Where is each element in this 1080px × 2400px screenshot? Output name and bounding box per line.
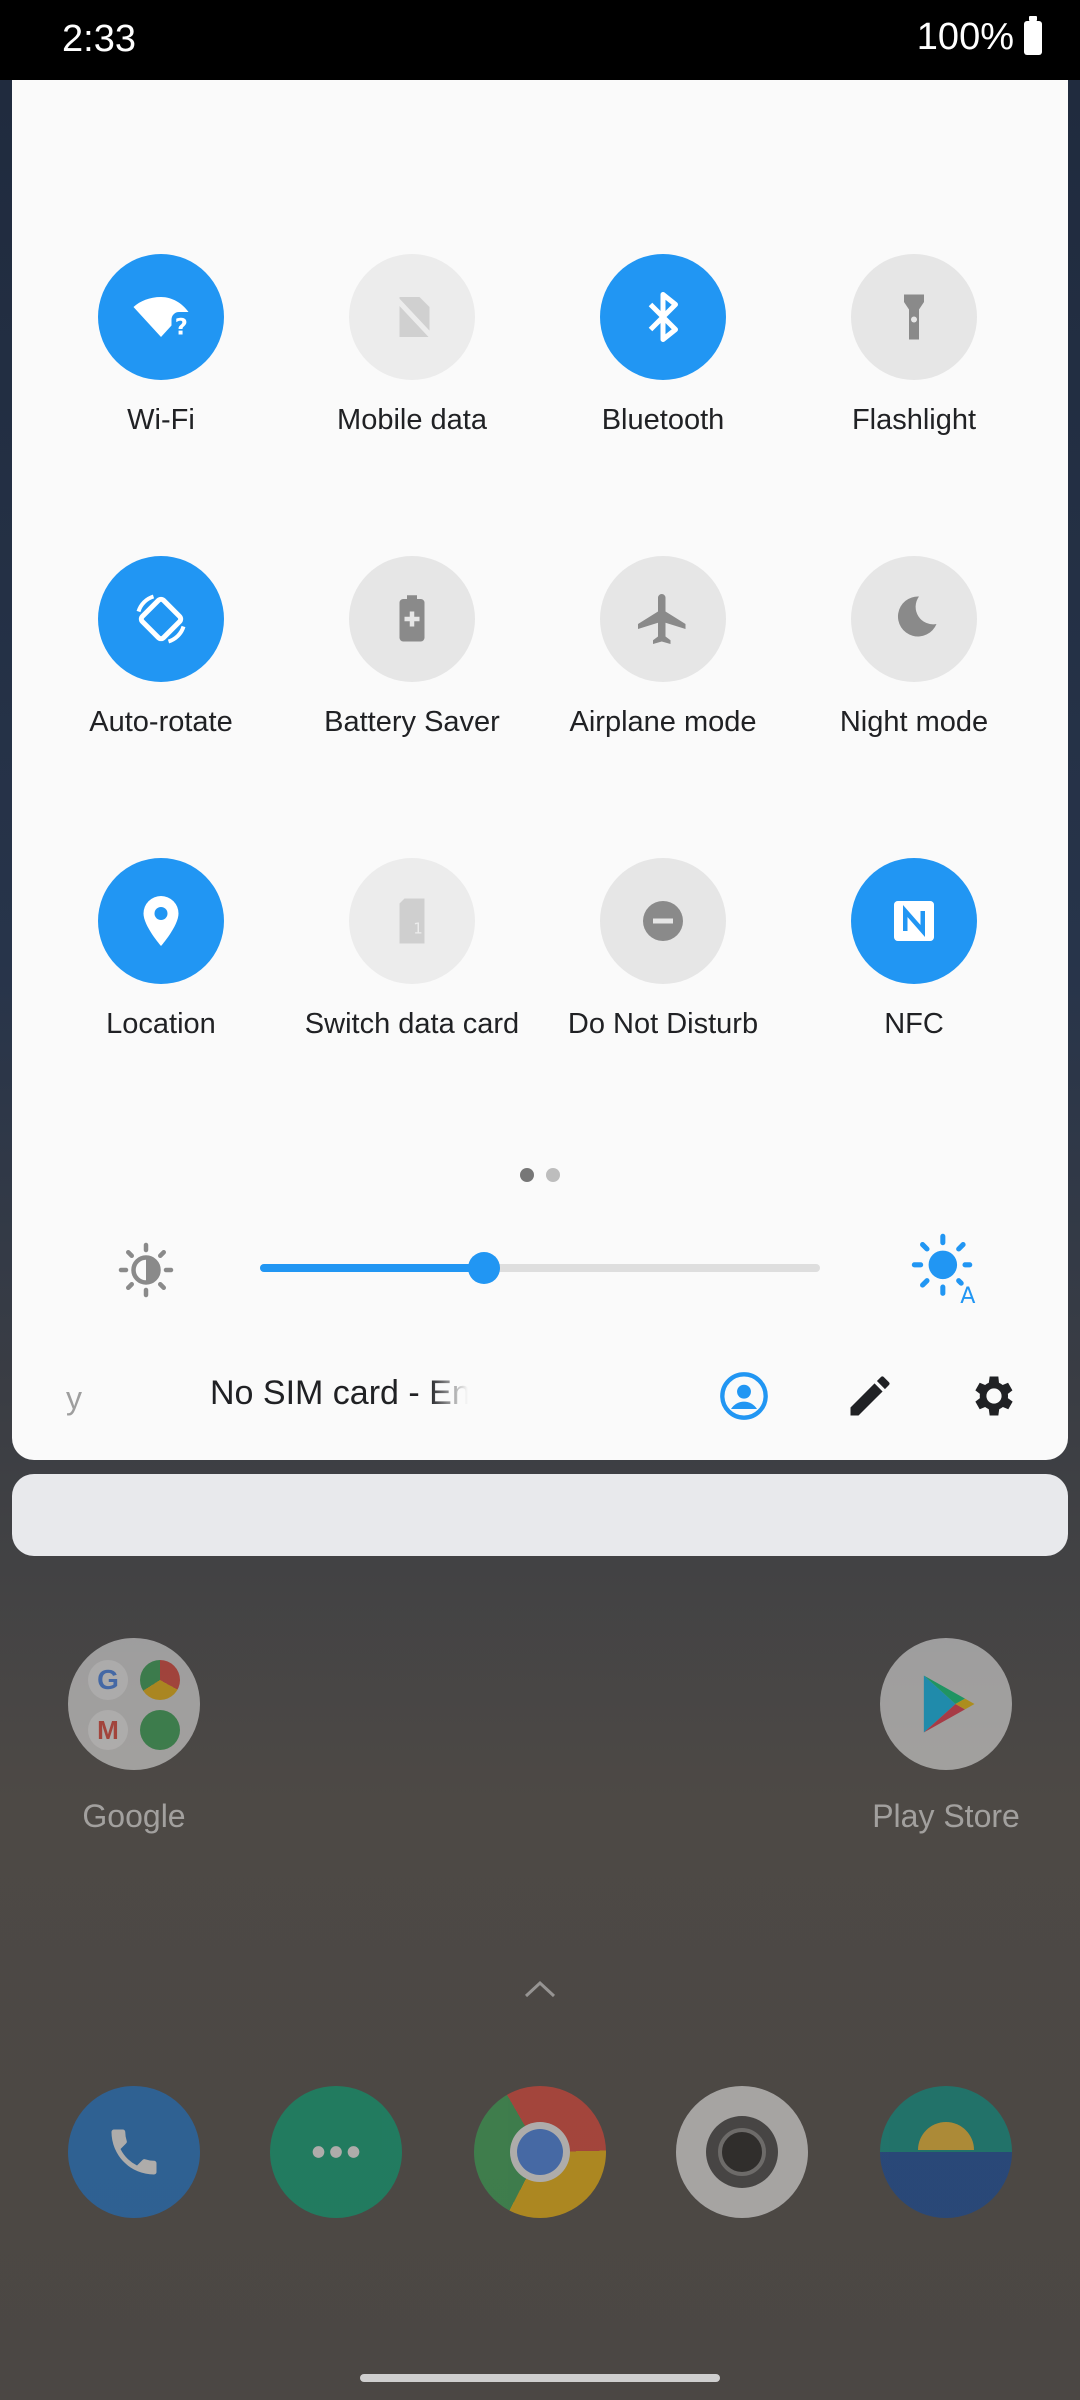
sim-card-icon: 1 <box>349 858 475 984</box>
tile-label: Switch data card <box>304 1008 520 1040</box>
tile-switch-data-card[interactable]: 1 Switch data card <box>297 858 527 1041</box>
chrome-icon[interactable] <box>474 2086 606 2218</box>
auto-rotate-icon <box>98 556 224 682</box>
tile-location[interactable]: Location <box>46 858 276 1041</box>
notification-shelf[interactable] <box>12 1474 1068 1556</box>
tile-label: Airplane mode <box>569 706 757 738</box>
app-drawer-chevron-icon[interactable] <box>522 1978 558 2000</box>
tile-label: Wi-Fi <box>127 404 195 436</box>
bluetooth-icon <box>600 254 726 380</box>
app-label: Play Store <box>872 1798 1020 1834</box>
tile-battery-saver[interactable]: Battery Saver <box>297 556 527 739</box>
tile-label: NFC <box>884 1008 944 1040</box>
status-bar: 2:33 100% <box>0 0 1080 80</box>
camera-icon[interactable] <box>676 2086 808 2218</box>
tile-flashlight[interactable]: Flashlight <box>799 254 1029 437</box>
gesture-navigation-bar[interactable] <box>360 2374 720 2382</box>
nfc-icon <box>851 858 977 984</box>
tile-airplane-mode[interactable]: Airplane mode <box>548 556 778 739</box>
mobile-data-icon <box>349 254 475 380</box>
tile-label: Bluetooth <box>601 404 725 436</box>
svg-text:?: ? <box>175 315 188 341</box>
battery-indicator: 100% <box>916 15 1042 59</box>
brightness-slider[interactable] <box>260 1252 820 1284</box>
tile-bluetooth[interactable]: Bluetooth <box>548 254 778 437</box>
home-app-play-store[interactable]: Play Store <box>866 1638 1026 1835</box>
auto-brightness-icon[interactable]: A <box>908 1230 984 1306</box>
play-store-icon <box>880 1638 1012 1770</box>
flashlight-icon <box>851 254 977 380</box>
tile-label: Mobile data <box>337 404 487 436</box>
page-dot <box>546 1168 560 1182</box>
tile-nfc[interactable]: NFC <box>799 858 1029 1041</box>
wifi-icon: ? <box>98 254 224 380</box>
quick-settings-panel: ? Wi-Fi Mobile data Bluetooth Flashlight… <box>12 80 1068 1460</box>
tile-mobile-data[interactable]: Mobile data <box>297 254 527 437</box>
user-account-icon[interactable] <box>718 1370 770 1422</box>
location-icon <box>98 858 224 984</box>
status-time: 2:33 <box>62 18 136 60</box>
tile-label: Flashlight <box>851 404 977 436</box>
app-label: Google <box>82 1798 186 1834</box>
tile-label: Auto-rotate <box>89 706 233 738</box>
battery-icon <box>1024 15 1042 55</box>
page-indicator <box>520 1168 560 1182</box>
tile-auto-rotate[interactable]: Auto-rotate <box>46 556 276 739</box>
carrier-text: No SIM card - En <box>210 1374 468 1412</box>
tile-wifi[interactable]: ? Wi-Fi <box>46 254 276 437</box>
tile-night-mode[interactable]: Night mode <box>799 556 1029 739</box>
edit-pencil-icon[interactable] <box>844 1370 896 1422</box>
wallpaper-icon[interactable] <box>880 2086 1012 2218</box>
tile-do-not-disturb[interactable]: Do Not Disturb <box>548 858 778 1041</box>
messages-icon[interactable] <box>270 2086 402 2218</box>
tile-label: Location <box>106 1008 216 1040</box>
tile-label: Night mode <box>839 706 989 738</box>
settings-gear-icon[interactable] <box>968 1370 1020 1422</box>
brightness-slider-fill <box>260 1264 484 1272</box>
airplane-icon <box>600 556 726 682</box>
google-folder-icon: G M <box>68 1638 200 1770</box>
svg-text:A: A <box>960 1283 975 1306</box>
tile-label: Battery Saver <box>324 706 500 738</box>
moon-icon <box>851 556 977 682</box>
brightness-slider-thumb[interactable] <box>468 1252 500 1284</box>
page-dot-active <box>520 1168 534 1182</box>
home-app-google[interactable]: G M Google <box>54 1638 214 1835</box>
phone-icon[interactable] <box>68 2086 200 2218</box>
tile-label: Do Not Disturb <box>567 1008 759 1040</box>
footer-scrolling-text: y <box>66 1380 82 1416</box>
battery-percent: 100% <box>916 16 1014 58</box>
do-not-disturb-icon <box>600 858 726 984</box>
svg-text:1: 1 <box>413 920 423 938</box>
battery-saver-icon <box>349 556 475 682</box>
brightness-low-icon <box>118 1242 174 1298</box>
